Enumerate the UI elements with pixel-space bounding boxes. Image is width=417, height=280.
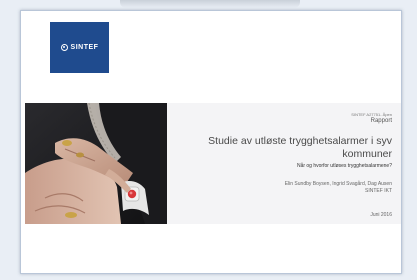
sintef-logo: SINTEF <box>50 22 109 73</box>
report-subtitle: Når og hvorfor utløses trygghetsalarmene… <box>296 163 392 169</box>
report-date: Juni 2016 <box>370 212 392 218</box>
report-authors: Elin Sundby Boysen, Ingrid Svagård, Dag … <box>284 181 392 187</box>
sintef-logo-icon <box>60 44 68 51</box>
cover-photo <box>25 103 167 224</box>
document-classification: SINTEF A27751- Åpen <box>351 112 392 117</box>
report-organization: SINTEF IKT <box>365 188 392 194</box>
report-title: Studie av utløste trygghetsalarmer i syv… <box>208 135 392 160</box>
document-type: Rapport <box>370 118 392 124</box>
logo-text: SINTEF <box>70 44 99 51</box>
photo-wrist-alarm-icon <box>25 103 167 224</box>
report-cover-page: SINTEF SINTEF A27751- Åpen Rapport Studi… <box>20 10 402 274</box>
window-shadow <box>120 0 300 8</box>
